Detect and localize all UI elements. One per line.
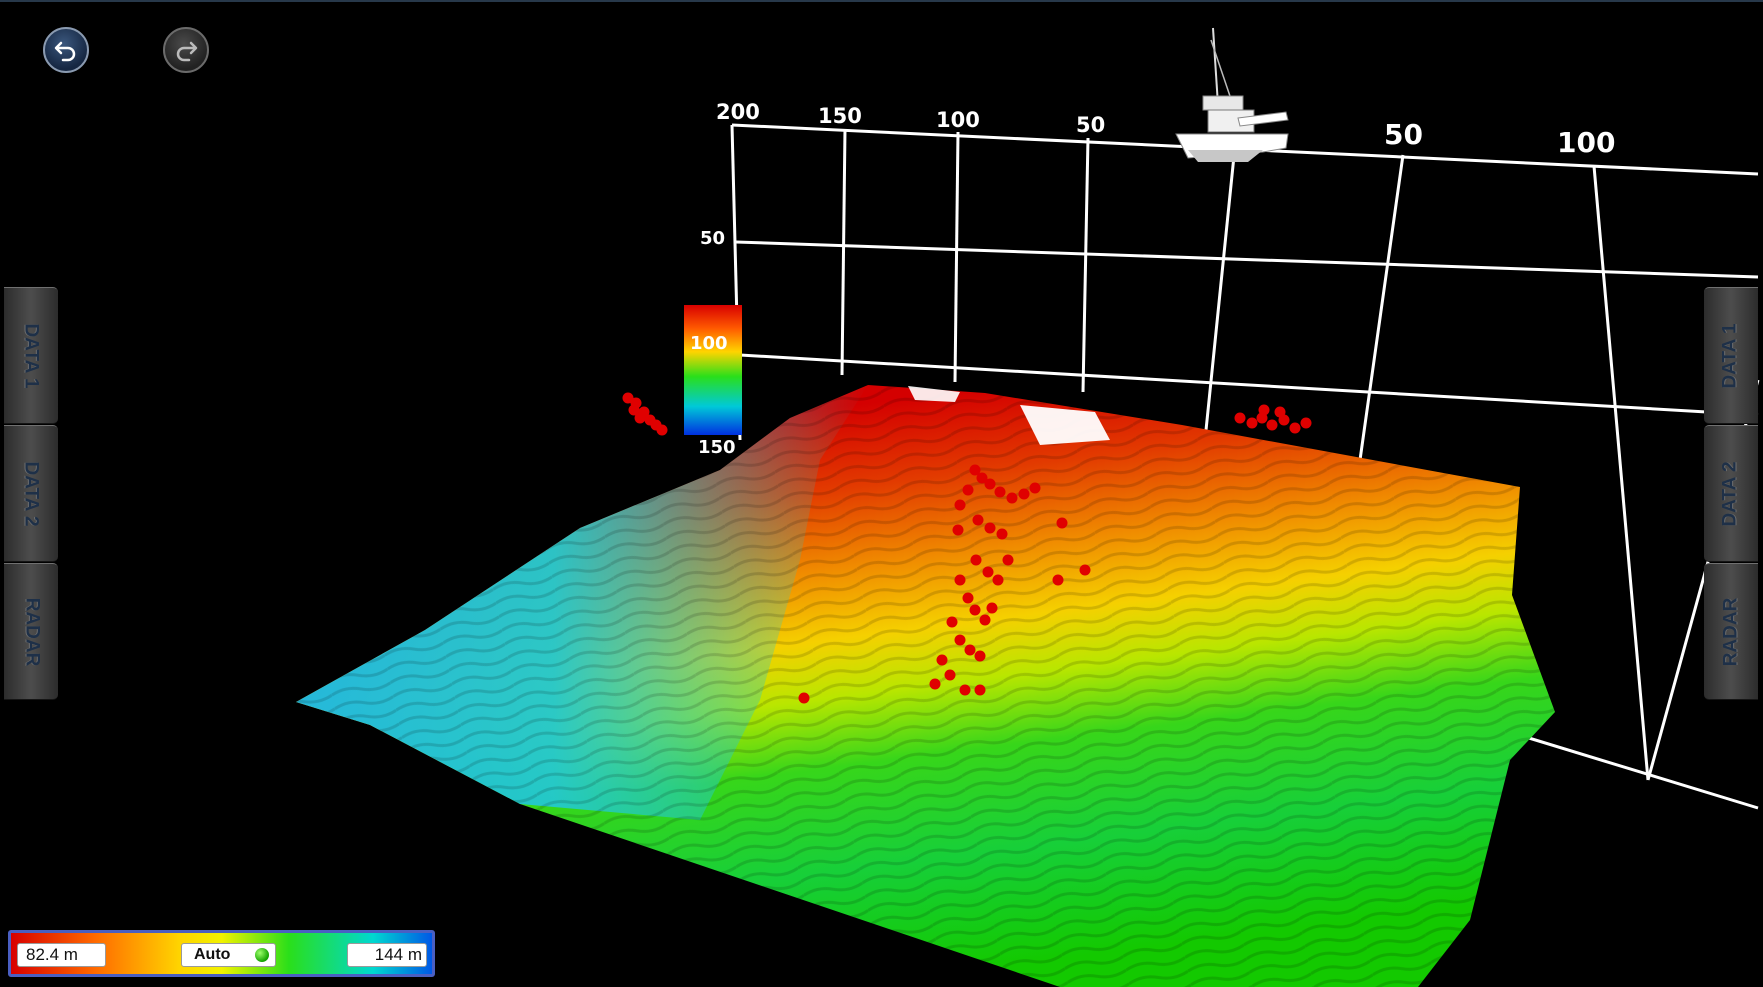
depth-label: 150 bbox=[698, 437, 736, 458]
port-range-label: 150 bbox=[818, 104, 862, 128]
redo-icon bbox=[176, 41, 198, 62]
fish-target-dot bbox=[946, 616, 958, 628]
port-range-label: 50 bbox=[1076, 113, 1106, 137]
fish-target-dot bbox=[656, 424, 668, 436]
fish-target-dot bbox=[1289, 422, 1301, 434]
depth-label: 50 bbox=[700, 228, 726, 249]
right-tab-data2[interactable]: DATA 2 bbox=[1704, 425, 1758, 562]
fish-target-dot bbox=[982, 566, 994, 578]
fish-target-dot bbox=[929, 678, 941, 690]
right-tab-panel: DATA 1 DATA 2 RADAR bbox=[1704, 287, 1758, 701]
fish-target-dot bbox=[952, 524, 964, 536]
fish-target-dot bbox=[964, 644, 976, 656]
left-tab-radar[interactable]: RADAR bbox=[4, 563, 58, 700]
fish-target-dot bbox=[996, 528, 1008, 540]
fish-target-dot bbox=[1246, 417, 1258, 429]
undo-icon bbox=[54, 41, 76, 62]
fish-target-dot bbox=[1056, 517, 1068, 529]
fish-target-dot bbox=[959, 684, 971, 696]
fish-target-dot bbox=[1006, 492, 1018, 504]
fish-target-dot bbox=[1029, 482, 1041, 494]
fish-target-dot bbox=[979, 614, 991, 626]
fish-target-dot bbox=[954, 574, 966, 586]
fish-target-dot bbox=[936, 654, 948, 666]
depth-label: 100 bbox=[690, 333, 728, 354]
sonar-3d-view[interactable] bbox=[0, 0, 1763, 987]
left-tab-data2[interactable]: DATA 2 bbox=[4, 425, 58, 562]
fish-target-dot bbox=[962, 592, 974, 604]
port-range-label: 100 bbox=[936, 108, 980, 132]
right-tab-data1[interactable]: DATA 1 bbox=[1704, 287, 1758, 424]
min-depth-field[interactable]: 82.4 m bbox=[17, 943, 106, 967]
fish-target-dot bbox=[1234, 412, 1246, 424]
fish-target-dot bbox=[954, 499, 966, 511]
starboard-range-label: 50 bbox=[1384, 118, 1423, 151]
fish-target-dot bbox=[628, 404, 640, 416]
boat-icon bbox=[1175, 27, 1289, 162]
fish-target-dot bbox=[986, 602, 998, 614]
left-tab-panel: DATA 1 DATA 2 RADAR bbox=[4, 287, 58, 701]
starboard-range-label: 100 bbox=[1557, 126, 1616, 159]
fish-target-dot bbox=[992, 574, 1004, 586]
fish-target-dot bbox=[798, 692, 810, 704]
auto-range-button[interactable]: Auto bbox=[181, 943, 276, 967]
fish-target-dot bbox=[1274, 406, 1286, 418]
status-indicator-icon bbox=[255, 948, 269, 962]
fish-target-dot bbox=[972, 514, 984, 526]
fish-target-dot bbox=[994, 486, 1006, 498]
fish-target-dot bbox=[1300, 417, 1312, 429]
fish-target-dot bbox=[984, 478, 996, 490]
redo-button[interactable] bbox=[163, 27, 209, 73]
fish-target-dot bbox=[984, 522, 996, 534]
fish-target-dot bbox=[954, 634, 966, 646]
auto-label: Auto bbox=[194, 946, 231, 963]
fish-target-dot bbox=[1052, 574, 1064, 586]
undo-button[interactable] bbox=[43, 27, 89, 73]
seabed-surface bbox=[296, 385, 1555, 987]
right-tab-radar[interactable]: RADAR bbox=[1704, 563, 1758, 700]
fish-target-dot bbox=[1002, 554, 1014, 566]
depth-legend-bar bbox=[684, 305, 742, 435]
fish-target-dot bbox=[962, 484, 974, 496]
fish-target-dot bbox=[974, 684, 986, 696]
left-tab-data1[interactable]: DATA 1 bbox=[4, 287, 58, 424]
max-depth-field[interactable]: 144 m bbox=[347, 943, 427, 967]
fish-target-dot bbox=[1266, 419, 1278, 431]
fish-target-dot bbox=[944, 669, 956, 681]
fish-target-dot bbox=[970, 554, 982, 566]
depth-scale-bar[interactable]: 82.4 m Auto 144 m bbox=[8, 930, 435, 977]
fish-target-dot bbox=[969, 604, 981, 616]
fish-target-dot bbox=[1258, 404, 1270, 416]
fish-target-dot bbox=[974, 650, 986, 662]
fish-target-dot bbox=[1079, 564, 1091, 576]
fish-target-dot bbox=[1018, 488, 1030, 500]
port-range-label: 200 bbox=[716, 100, 760, 124]
